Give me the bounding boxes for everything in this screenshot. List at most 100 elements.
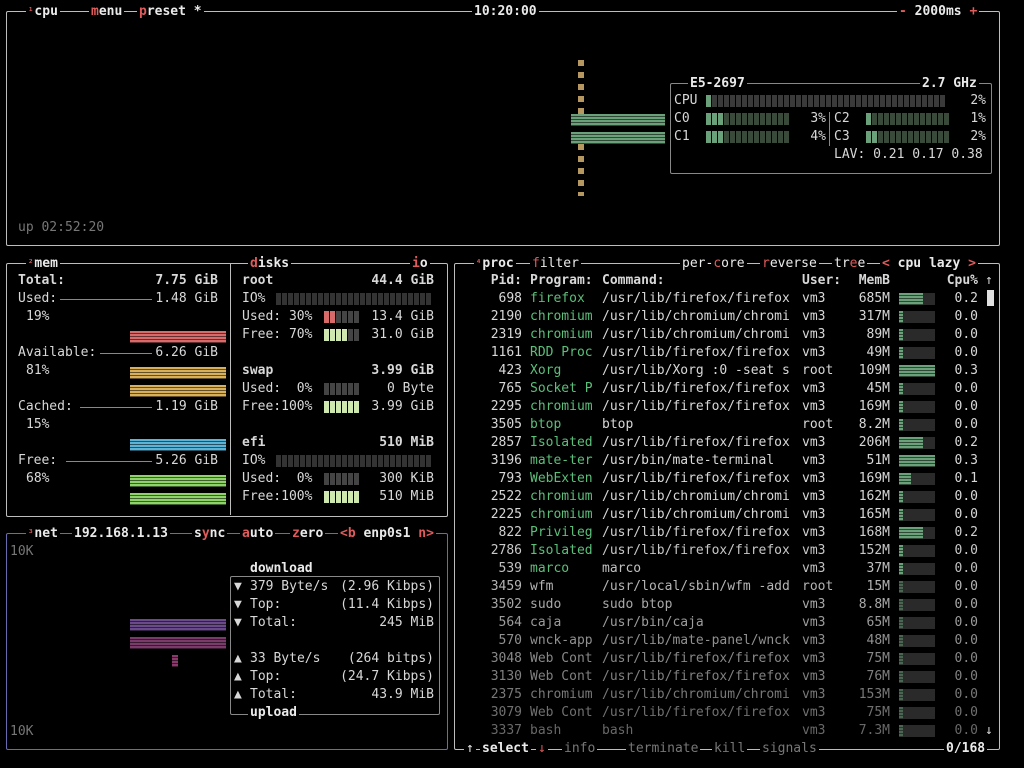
terminate-button[interactable]: terminate [626, 742, 701, 756]
signals-button[interactable]: signals [760, 742, 819, 756]
process-mem: 75M [866, 705, 890, 720]
process-row[interactable]: 423 Xorg/usr/lib/Xorg :0 -seat s root 109M 0… [456, 362, 996, 380]
process-mem: 685M [858, 291, 890, 306]
process-program: WebExten [530, 471, 593, 486]
tree-toggle[interactable]: tree [832, 257, 868, 271]
sort-prev[interactable]: < [882, 256, 890, 271]
scroll-up-arrow[interactable]: ↑ [985, 272, 993, 290]
process-cpu: 0.0 [954, 489, 978, 504]
iface-next[interactable]: n> [418, 526, 434, 541]
process-cpu: 0.0 [954, 615, 978, 630]
auto-hotkey: a [242, 526, 250, 541]
process-mem: 76M [866, 669, 890, 684]
process-command: /usr/bin/mate-terminal [602, 453, 775, 468]
process-row[interactable]: 2225 chromium/usr/lib/chromium/chromi vm3 1… [456, 506, 996, 524]
core-c2-pct: 1% [970, 111, 986, 126]
header-pid[interactable]: Pid: [456, 272, 522, 290]
disk-efi-used-label: Used: 0% [242, 471, 313, 486]
disks-tab[interactable]: disks [248, 257, 292, 271]
process-mem: 45M [866, 381, 890, 396]
reverse-toggle[interactable]: reverse [760, 257, 819, 271]
process-command: marco [602, 561, 642, 576]
process-row[interactable]: 2375 chromium/usr/lib/chromium/chromi vm3 1… [456, 686, 996, 704]
process-row[interactable]: 2295 chromium/usr/lib/firefox/firefox vm3 1… [456, 398, 996, 416]
header-cpu[interactable]: Cpu% [936, 272, 978, 290]
select-up-button[interactable]: ↑ [464, 742, 476, 756]
process-mem: 206M [858, 435, 890, 450]
net-interface-selector[interactable]: <b enp0s1 n> [338, 527, 436, 541]
net-auto-toggle[interactable]: auto [240, 526, 276, 541]
process-cpu: 0.0 [954, 561, 978, 576]
process-row[interactable]: 698 firefox/usr/lib/firefox/firefox vm3 685… [456, 290, 996, 308]
process-row[interactable]: 3130 Web Cont/usr/lib/firefox/firefox vm3 7… [456, 668, 996, 686]
info-button[interactable]: info [562, 742, 598, 756]
proc-filter[interactable]: filter [530, 257, 581, 271]
interval-decrease[interactable]: - [899, 4, 907, 19]
cpu-tab[interactable]: ¹cpu [26, 5, 60, 19]
proc-tab[interactable]: ⁴proc [474, 257, 516, 271]
interval-control[interactable]: - 2000ms + [897, 4, 980, 19]
process-row[interactable]: 570 wnck-app/usr/lib/mate-panel/wnck vm3 48… [456, 632, 996, 650]
iface-prev[interactable]: <b [340, 526, 356, 541]
process-row[interactable]: 822 Privileg/usr/lib/firefox/firefox vm3 16… [456, 524, 996, 542]
scrollbar-thumb[interactable] [987, 290, 994, 306]
io-label: o [419, 256, 428, 271]
net-zero-toggle[interactable]: zero [290, 527, 326, 541]
process-row[interactable]: 2786 Isolated/usr/lib/firefox/firefox vm3 1… [456, 542, 996, 560]
cpu-model: E5-2697 [688, 76, 747, 91]
process-row[interactable]: 3048 Web Cont/usr/lib/firefox/firefox vm3 7… [456, 650, 996, 668]
mem-used-graph [130, 331, 226, 343]
process-row[interactable]: 2319 chromium/usr/lib/chromium/chromi vm3 8… [456, 326, 996, 344]
menu-button[interactable]: menu [89, 4, 125, 19]
menu-label: enu [98, 4, 123, 19]
process-row[interactable]: 3505 btop btop root 8.2M 0.0 [456, 416, 996, 434]
process-user: vm3 [802, 507, 826, 522]
process-cpu: 0.3 [954, 363, 978, 378]
process-row[interactable]: 3459 wfm/usr/local/sbin/wfm -add root 15M 0.… [456, 578, 996, 596]
process-cpu-graph-track [899, 581, 935, 593]
process-row[interactable]: 2522 chromium/usr/lib/chromium/chromi vm3 1… [456, 488, 996, 506]
process-row[interactable]: 1161 RDD Proc/usr/lib/firefox/firefox vm3 4… [456, 344, 996, 362]
process-command: /usr/lib/firefox/firefox [602, 435, 790, 450]
header-user[interactable]: User: [802, 272, 841, 290]
process-cpu-graph [899, 473, 911, 485]
process-cpu: 0.0 [954, 633, 978, 648]
sort-label: cpu lazy [897, 256, 961, 271]
mem-cached-pct: 15% [26, 417, 50, 432]
process-row[interactable]: 3337 bash bash vm3 7.3M 0.0 [456, 722, 996, 740]
kill-button[interactable]: kill [712, 742, 748, 756]
process-mem: 168M [858, 525, 890, 540]
process-cpu: 0.0 [954, 723, 978, 738]
per-core-toggle[interactable]: per-core [680, 257, 747, 271]
interval-increase[interactable]: + [969, 4, 977, 19]
io-toggle[interactable]: io [410, 257, 430, 271]
process-count: 0/168 [944, 741, 988, 756]
sort-selector[interactable]: < cpu lazy > [880, 257, 978, 271]
process-row[interactable]: 3502 sudo sudo btop vm3 8.8M 0.0 [456, 596, 996, 614]
process-program: wnck-app [530, 633, 593, 648]
process-row[interactable]: 3196 mate-ter/usr/bin/mate-terminal vm3 51M… [456, 452, 996, 470]
process-row[interactable]: 3079 Web Cont/usr/lib/firefox/firefox vm3 7… [456, 704, 996, 722]
net-sync-toggle[interactable]: sync [192, 527, 228, 541]
process-row[interactable]: 2190 chromium/usr/lib/chromium/chromi vm3 3… [456, 308, 996, 326]
process-row[interactable]: 793 WebExten/usr/lib/firefox/firefox vm3 16… [456, 470, 996, 488]
process-row[interactable]: 539 marco marco vm3 37M 0.0 [456, 560, 996, 578]
mem-tab[interactable]: ²mem [26, 257, 60, 271]
process-pid: 3459 [490, 579, 522, 594]
select-label: select [480, 741, 531, 756]
header-program[interactable]: Program: [530, 272, 593, 290]
header-mem[interactable]: MemB [840, 272, 890, 290]
process-row[interactable]: 564 caja/usr/bin/caja vm3 65M 0.0 [456, 614, 996, 632]
per-core-prefix: per- [682, 256, 714, 271]
mem-used-pct: 19% [26, 309, 50, 324]
process-program: caja [530, 615, 562, 630]
scroll-down-arrow[interactable]: ↓ [985, 722, 993, 740]
process-row[interactable]: 2857 Isolated/usr/lib/firefox/firefox vm3 2… [456, 434, 996, 452]
sort-next[interactable]: > [968, 256, 976, 271]
net-tab[interactable]: ³net [26, 527, 60, 541]
process-user: vm3 [802, 705, 826, 720]
select-down-button[interactable]: ↓ [536, 742, 548, 756]
preset-button[interactable]: preset * [137, 5, 204, 19]
header-command[interactable]: Command: [602, 272, 665, 290]
process-row[interactable]: 765 Socket P/usr/lib/firefox/firefox vm3 45… [456, 380, 996, 398]
